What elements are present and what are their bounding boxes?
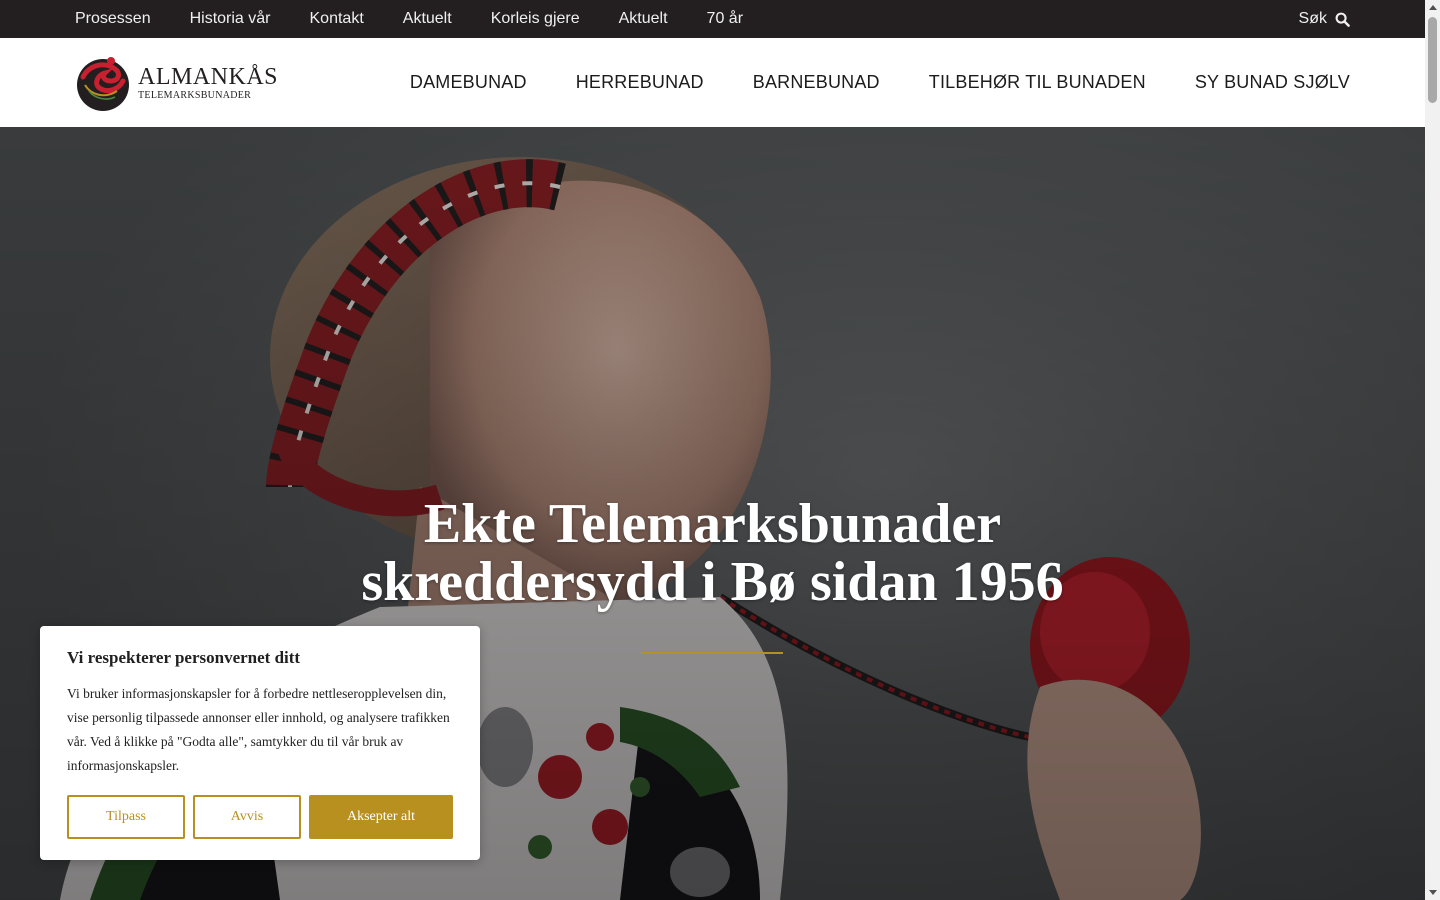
- search-icon: [1335, 12, 1350, 27]
- cookie-customize-button[interactable]: Tilpass: [67, 795, 185, 839]
- almankas-logo-icon: [77, 57, 129, 111]
- utility-link-70-ar[interactable]: 70 år: [707, 10, 743, 28]
- hero-divider: [641, 652, 783, 654]
- utility-link-prosessen[interactable]: Prosessen: [75, 10, 151, 28]
- nav-sy-bunad-sjolv[interactable]: SY BUNAD SJØLV: [1195, 72, 1350, 93]
- nav-herrebunad[interactable]: HERREBUNAD: [576, 72, 704, 93]
- scroll-down-arrow-icon[interactable]: [1425, 885, 1440, 900]
- scrollbar-thumb[interactable]: [1428, 17, 1437, 103]
- page-scrollbar[interactable]: [1425, 0, 1440, 900]
- logo-subtitle: TELEMARKSBUNADER: [138, 89, 252, 101]
- logo-text: ALMANKÅS TELEMARKSBUNADER: [138, 65, 278, 102]
- nav-damebunad[interactable]: DAMEBUNAD: [410, 72, 527, 93]
- nav-barnebunad[interactable]: BARNEBUNAD: [753, 72, 880, 93]
- hero-title-line-2: skreddersydd i Bø sidan 1956: [361, 551, 1064, 613]
- utility-link-historia[interactable]: Historia vår: [190, 10, 271, 28]
- hero-title: Ekte Telemarksbunader skreddersydd i Bø …: [0, 495, 1425, 611]
- search-label: Søk: [1298, 10, 1327, 27]
- utility-link-korleis-gjere[interactable]: Korleis gjere: [491, 10, 580, 28]
- main-nav: DAMEBUNAD HERREBUNAD BARNEBUNAD TILBEHØR…: [361, 38, 1350, 127]
- site-header: ALMANKÅS TELEMARKSBUNADER DAMEBUNAD HERR…: [0, 38, 1425, 127]
- cookie-consent-dialog: Vi respekterer personvernet ditt Vi bruk…: [40, 626, 480, 860]
- search-button[interactable]: Søk: [1299, 0, 1350, 38]
- cookie-title: Vi respekterer personvernet ditt: [67, 648, 301, 667]
- top-utility-bar: Prosessen Historia vår Kontakt Aktuelt K…: [0, 0, 1425, 38]
- site-logo[interactable]: ALMANKÅS TELEMARKSBUNADER: [75, 53, 295, 113]
- nav-tilbehor[interactable]: TILBEHØR TIL BUNADEN: [929, 72, 1146, 93]
- utility-link-aktuelt-2[interactable]: Aktuelt: [619, 10, 668, 28]
- cookie-buttons: Tilpass Avvis Aksepter alt: [67, 795, 453, 839]
- utility-link-aktuelt[interactable]: Aktuelt: [403, 10, 452, 28]
- utility-nav: Prosessen Historia vår Kontakt Aktuelt K…: [75, 0, 782, 38]
- logo-name: ALMANKÅS: [138, 63, 279, 90]
- cookie-body: Vi bruker informasjonskapsler for å forb…: [67, 686, 450, 773]
- cookie-reject-button[interactable]: Avvis: [193, 795, 301, 839]
- scroll-up-arrow-icon[interactable]: [1425, 0, 1440, 15]
- hero-title-line-1: Ekte Telemarksbunader: [423, 493, 1002, 555]
- utility-link-kontakt[interactable]: Kontakt: [310, 10, 364, 28]
- cookie-accept-all-button[interactable]: Aksepter alt: [309, 795, 453, 839]
